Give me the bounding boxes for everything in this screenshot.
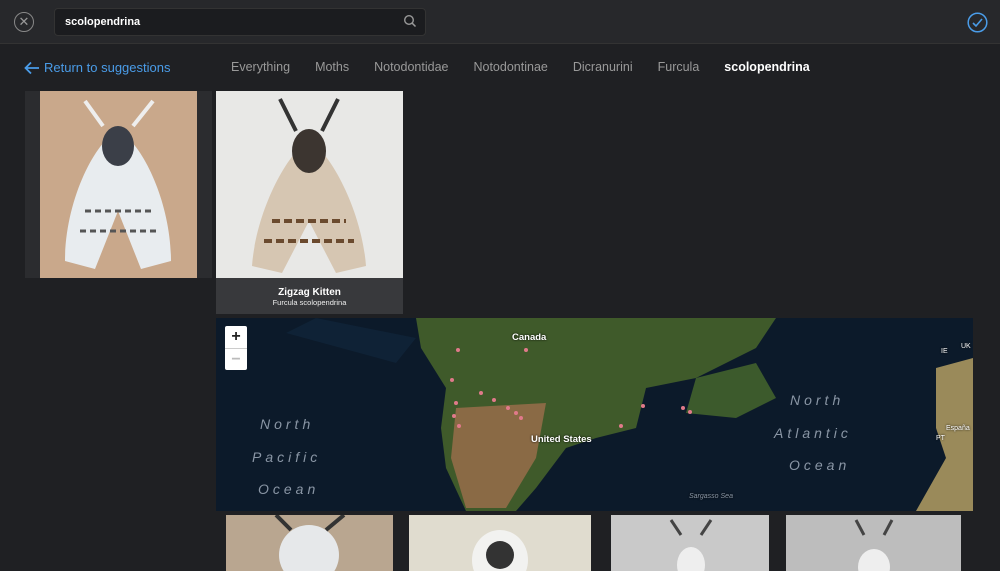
thumbnail[interactable] (226, 515, 393, 571)
thumbnail[interactable] (611, 515, 769, 571)
search-box (54, 8, 426, 36)
scientific-name: Furcula scolopendrina (272, 298, 347, 307)
taxonomy-breadcrumb: Everything Moths Notodontidae Notodontin… (231, 60, 835, 74)
return-to-suggestions-link[interactable]: Return to suggestions (24, 60, 170, 75)
species-photo[interactable] (216, 91, 403, 278)
ocean-label: North (790, 392, 845, 408)
ocean-label: Atlantic (774, 425, 852, 441)
crumb-moths[interactable]: Moths (315, 60, 349, 74)
ocean-label: North (260, 416, 315, 432)
confirm-check-icon[interactable] (967, 12, 988, 33)
label-pt: PT (936, 435, 945, 442)
back-label: Return to suggestions (44, 60, 171, 75)
moth-photo (274, 515, 346, 571)
search-icon[interactable] (403, 14, 417, 28)
moth-photo (854, 519, 894, 571)
crumb-scolopendrina[interactable]: scolopendrina (724, 60, 809, 74)
label-sargasso: Sargasso Sea (689, 493, 733, 500)
map-tiles (286, 318, 973, 511)
zoom-out-button[interactable]: − (225, 348, 247, 370)
thumbnail[interactable] (409, 515, 591, 571)
close-button[interactable]: ✕ (14, 12, 34, 32)
common-name: Zigzag Kitten (278, 287, 341, 298)
thumbnail[interactable] (786, 515, 961, 571)
moth-photo (472, 530, 528, 571)
top-bar: ✕ (0, 0, 1000, 44)
observation-map[interactable]: + − Canada United States IE UK PT España… (216, 318, 973, 511)
label-espana: España (946, 425, 970, 432)
crumb-everything[interactable]: Everything (231, 60, 290, 74)
moth-photo (40, 91, 197, 278)
ocean-label: Ocean (258, 481, 320, 497)
moth-photo (216, 91, 403, 278)
label-canada: Canada (512, 332, 547, 343)
label-uk: UK (961, 343, 971, 350)
user-photo[interactable] (25, 91, 212, 278)
crumb-dicranurini[interactable]: Dicranurini (573, 60, 633, 74)
label-ie: IE (941, 348, 948, 355)
label-united-states: United States (531, 434, 592, 445)
ocean-label: Pacific (252, 449, 322, 465)
species-caption: Zigzag Kitten Furcula scolopendrina (216, 278, 403, 314)
ocean-label: Ocean (789, 457, 851, 473)
crumb-notodontinae[interactable]: Notodontinae (473, 60, 547, 74)
moth-photo (669, 519, 713, 571)
crumb-notodontidae[interactable]: Notodontidae (374, 60, 448, 74)
zoom-in-button[interactable]: + (225, 326, 247, 348)
crumb-furcula[interactable]: Furcula (658, 60, 700, 74)
arrow-left-icon (24, 61, 39, 74)
map-zoom-control: + − (225, 326, 247, 370)
search-input[interactable] (65, 16, 385, 28)
